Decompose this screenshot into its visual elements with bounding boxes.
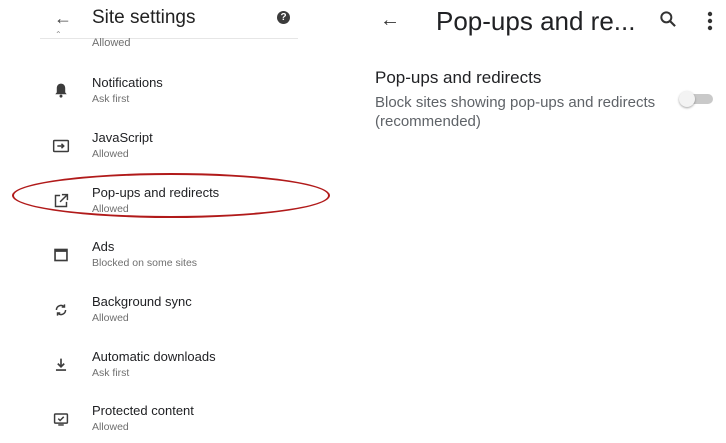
item-title: Ads [92, 239, 115, 254]
popups-settings-panel: ← Pop-ups and re... Pop-ups and redirect… [352, 0, 726, 436]
toggle-thumb [679, 91, 695, 107]
partial-icon: ⌃ [55, 30, 62, 39]
ads-icon [54, 248, 68, 262]
javascript-icon [52, 139, 70, 153]
help-icon[interactable]: ? [277, 11, 290, 24]
list-item-automatic-downloads[interactable]: Automatic downloads Ask first [40, 349, 330, 389]
back-arrow-icon[interactable]: ← [54, 9, 72, 27]
bell-icon [55, 83, 67, 98]
item-title: JavaScript [92, 130, 153, 145]
item-title: Automatic downloads [92, 349, 216, 364]
setting-description: Block sites showing pop-ups and redirect… [375, 94, 656, 130]
setting-title: Pop-ups and redirects [375, 68, 542, 87]
download-icon [55, 358, 67, 371]
back-arrow-icon[interactable]: ← [380, 10, 400, 30]
more-options-icon[interactable] [707, 11, 713, 31]
item-title: Background sync [92, 294, 192, 309]
item-status: Allowed [92, 421, 129, 433]
protected-content-icon [53, 413, 69, 426]
list-item-ads[interactable]: Ads Blocked on some sites [40, 239, 330, 279]
item-status: Ask first [92, 367, 130, 379]
list-item-background-sync[interactable]: Background sync Allowed [40, 294, 330, 334]
list-item-javascript[interactable]: JavaScript Allowed [40, 130, 330, 170]
item-status: Blocked on some sites [92, 257, 198, 269]
highlight-annotation [12, 173, 330, 218]
previous-item-status: Allowed [92, 37, 131, 49]
item-status: Ask first [92, 93, 130, 105]
site-settings-panel: ← Site settings ? ⌃ Allowed Notification… [0, 0, 350, 436]
item-status: Allowed [92, 148, 129, 160]
popups-toggle[interactable] [679, 91, 715, 107]
item-status: Allowed [92, 312, 129, 324]
sync-icon [55, 304, 67, 316]
search-icon[interactable] [658, 9, 678, 29]
list-item-notifications[interactable]: Notifications Ask first [40, 75, 330, 115]
item-title: Notifications [92, 75, 163, 90]
list-item-protected-content[interactable]: Protected content Allowed [40, 403, 330, 443]
page-title: Pop-ups and re... [436, 6, 636, 36]
item-title: Protected content [92, 403, 194, 418]
page-title: Site settings [92, 7, 196, 28]
